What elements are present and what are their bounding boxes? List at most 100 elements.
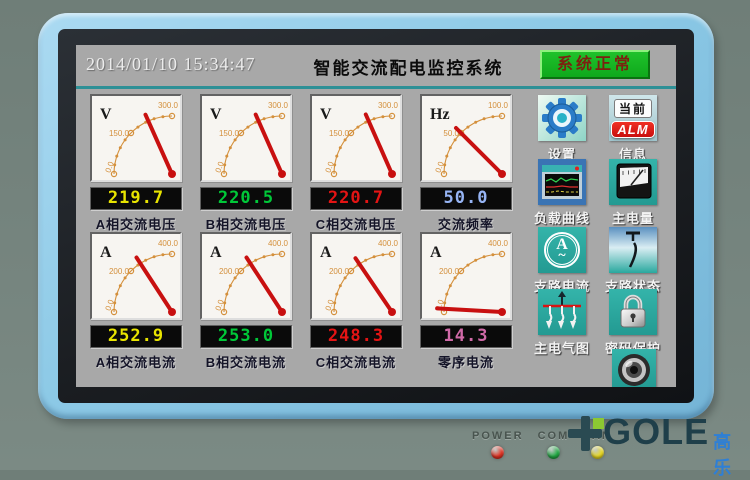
meter-mid-label: 150.0 <box>219 129 240 138</box>
meter-needle <box>356 258 393 312</box>
meter-mid-label: 200.0 <box>219 267 240 276</box>
screen-frame: 2014/01/10 15:34:47 智能交流配电监控系统 系统正常 0.0 … <box>58 29 694 403</box>
camera-lens-icon[interactable] <box>612 349 656 387</box>
menu-item-main-energy[interactable]: 主电量 <box>598 159 668 227</box>
meter-mid-label: 200.0 <box>109 267 130 276</box>
gauge-title: C相交流电流 <box>308 352 404 371</box>
menu-item-label: 主电量 <box>598 208 668 227</box>
meter-mid-label: 150.0 <box>329 129 350 138</box>
meter-unit: Hz <box>430 106 450 123</box>
digital-value-display: 252.9 <box>90 325 182 348</box>
meter-needle <box>247 258 283 313</box>
digital-value-display: 50.0 <box>420 187 512 210</box>
meter-unit: A <box>320 244 332 261</box>
gauge-5: 0.0 200.0 400.0 A 253.0 B相交流电流 <box>198 232 294 371</box>
digital-value-display: 248.3 <box>310 325 402 348</box>
meter-mid-label: 200.0 <box>439 267 460 276</box>
menu-item-settings[interactable]: 设置 <box>527 95 597 163</box>
led-power <box>491 446 504 459</box>
analog-meter-face: 0.0 50.0 100.0 Hz <box>420 94 512 182</box>
digital-value-display: 220.7 <box>310 187 402 210</box>
menu-item-label: 负载曲线 <box>527 208 597 227</box>
gauge-0: 0.0 150.0 300.0 V 219.7 A相交流电压 <box>88 94 184 233</box>
meter-max-label: 300.0 <box>158 101 179 110</box>
digital-value-display: 220.5 <box>200 187 292 210</box>
gauge-6: 0.0 200.0 400.0 A 248.3 C相交流电流 <box>308 232 404 371</box>
panel-meter-icon[interactable] <box>609 159 657 205</box>
menu-item-branch-status[interactable]: 支路状态 <box>598 227 668 295</box>
gauge-title: C相交流电压 <box>308 214 404 233</box>
system-status-button[interactable]: 系统正常 <box>540 50 650 79</box>
meter-needle <box>137 258 173 313</box>
menu-item-password-protect[interactable]: 密码保护 <box>598 289 668 357</box>
indicator-label: COM <box>538 430 570 442</box>
gauge-1: 0.0 150.0 300.0 V 220.5 B相交流电压 <box>198 94 294 233</box>
lock-icon[interactable] <box>609 289 657 335</box>
indicator-com: COM <box>538 430 570 459</box>
indicator-power: POWER <box>472 430 524 459</box>
analog-meter-face: 0.0 150.0 300.0 V <box>90 94 182 182</box>
meter-max-label: 100.0 <box>488 101 509 110</box>
meter-unit: V <box>320 106 332 123</box>
meter-needle <box>366 115 392 175</box>
meter-unit: V <box>100 106 112 123</box>
analog-meter-face: 0.0 200.0 400.0 A <box>200 232 292 320</box>
meter-max-label: 400.0 <box>268 239 289 248</box>
gauge-title: 交流频率 <box>418 214 514 233</box>
load-curve-icon[interactable] <box>538 159 586 205</box>
meter-max-label: 300.0 <box>268 101 289 110</box>
menu-item-label: 主电气图 <box>527 338 597 357</box>
logo-plus-icon <box>568 416 601 456</box>
logo-cn-text: 高乐 <box>713 428 750 480</box>
alarm-badge-top: 当前 <box>614 99 652 118</box>
meter-unit: A <box>100 244 112 261</box>
digital-value-display: 14.3 <box>420 325 512 348</box>
switch-symbol-icon[interactable] <box>609 227 657 273</box>
meter-max-label: 300.0 <box>378 101 399 110</box>
gauge-title: 零序电流 <box>418 352 514 371</box>
gauge-2: 0.0 150.0 300.0 V 220.7 C相交流电压 <box>308 94 404 233</box>
hmi-screen: 2014/01/10 15:34:47 智能交流配电监控系统 系统正常 0.0 … <box>76 45 676 387</box>
meter-needle <box>146 115 173 174</box>
menu-item-main-diagram[interactable]: 主电气图 <box>527 289 597 357</box>
analog-meter-face: 0.0 200.0 400.0 A <box>310 232 402 320</box>
meter-max-label: 400.0 <box>488 239 509 248</box>
analog-meter-face: 0.0 150.0 300.0 V <box>310 94 402 182</box>
gauge-4: 0.0 200.0 400.0 A 252.9 A相交流电流 <box>88 232 184 371</box>
meter-max-label: 400.0 <box>158 239 179 248</box>
electrical-diagram-icon[interactable] <box>538 289 586 335</box>
menu-item-load-curve[interactable]: 负载曲线 <box>527 159 597 227</box>
meter-unit: A <box>210 244 222 261</box>
digital-value-display: 253.0 <box>200 325 292 348</box>
header-divider <box>76 86 676 89</box>
indicator-label: POWER <box>472 430 524 442</box>
meter-max-label: 400.0 <box>378 239 399 248</box>
menu-item-alarm-info[interactable]: 当前 ALM信息 <box>598 95 668 163</box>
meter-needle <box>456 128 502 174</box>
gauge-title: B相交流电流 <box>198 352 294 371</box>
gauge-title: B相交流电压 <box>198 214 294 233</box>
analog-meter-face: 0.0 200.0 400.0 A <box>90 232 182 320</box>
meter-mid-label: 150.0 <box>109 129 130 138</box>
alarm-badge-alm: ALM <box>611 121 654 138</box>
analog-meter-face: 0.0 200.0 400.0 A <box>420 232 512 320</box>
page-title: 智能交流配电监控系统 <box>281 54 536 79</box>
gauge-7: 0.0 200.0 400.0 A 14.3 零序电流 <box>418 232 514 371</box>
meter-mid-label: 200.0 <box>329 267 350 276</box>
gauge-title: A相交流电压 <box>88 214 184 233</box>
led-com <box>547 446 560 459</box>
analog-meter-face: 0.0 150.0 300.0 V <box>200 94 292 182</box>
meter-needle <box>256 115 282 174</box>
meter-unit: V <box>210 106 222 123</box>
gear-icon[interactable] <box>538 95 586 141</box>
gauge-3: 0.0 50.0 100.0 Hz 50.0 交流频率 <box>418 94 514 233</box>
meter-unit: A <box>430 244 442 261</box>
menu-item-branch-current[interactable]: A~支路电流 <box>527 227 597 295</box>
datetime-display: 2014/01/10 15:34:47 <box>86 54 256 75</box>
hmi-device-bezel: 2014/01/10 15:34:47 智能交流配电监控系统 系统正常 0.0 … <box>38 13 714 419</box>
alarm-icon[interactable]: 当前 ALM <box>609 95 657 141</box>
ammeter-circle-icon[interactable]: A~ <box>538 227 586 273</box>
gauge-title: A相交流电流 <box>88 352 184 371</box>
logo-brand-text: GOLE <box>603 412 709 452</box>
digital-value-display: 219.7 <box>90 187 182 210</box>
